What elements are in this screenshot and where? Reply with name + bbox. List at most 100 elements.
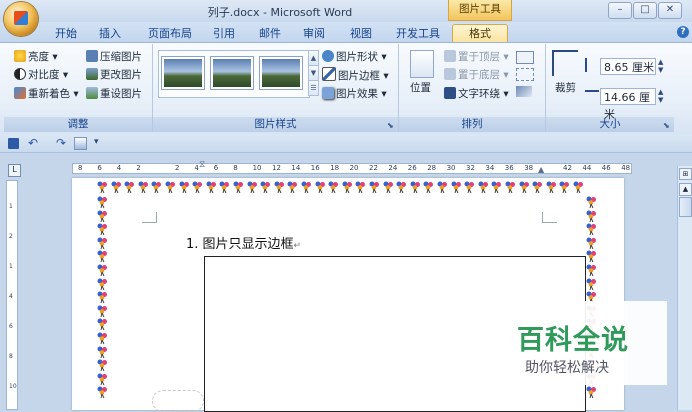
undo-icon[interactable]: ↶ <box>28 136 38 150</box>
balloon-border-icon <box>138 181 149 196</box>
position-icon[interactable] <box>410 50 434 78</box>
size-dialog-launcher-icon[interactable]: ⬊ <box>663 121 672 130</box>
ruler-tick-label: 6 <box>97 164 102 172</box>
crop-icon[interactable] <box>552 50 578 76</box>
picture-style-thumb[interactable] <box>161 56 205 90</box>
balloon-border-icon <box>586 386 597 401</box>
dialog-launcher-icon[interactable]: ⬊ <box>387 121 396 130</box>
balloon-border-icon <box>315 181 326 196</box>
balloon-border-icon <box>301 181 312 196</box>
brightness-button[interactable]: 亮度 ▾ <box>14 49 58 66</box>
picture-shape-icon <box>322 50 334 62</box>
ruler-tick-label: 46 <box>601 164 611 172</box>
minimize-button[interactable]: – <box>608 2 632 19</box>
send-to-back-button[interactable]: 置于底层 ▾ <box>444 67 509 84</box>
indent-marker-icon[interactable]: ⧖ <box>199 160 205 170</box>
tab-references[interactable]: 引用 <box>206 25 242 42</box>
reset-picture-button[interactable]: 重设图片 <box>86 86 142 103</box>
balloon-border-icon <box>342 181 353 196</box>
ruler-tick-label: 42 <box>563 164 572 172</box>
picture-style-thumb[interactable] <box>259 56 303 90</box>
balloon-border-icon <box>328 181 339 196</box>
customize-qat-icon[interactable]: ▾ <box>94 137 99 147</box>
contrast-button[interactable]: 对比度 ▾ <box>14 67 68 84</box>
balloon-border-icon <box>111 181 122 196</box>
ruler-tick-label: 18 <box>330 164 340 172</box>
help-icon[interactable]: ? <box>677 26 689 38</box>
ruler-tick-label: 44 <box>582 164 592 172</box>
tab-view[interactable]: 视图 <box>343 25 379 42</box>
scroll-up-icon[interactable]: ▲ <box>679 183 692 196</box>
ruler-tick-label: 12 <box>272 164 281 172</box>
balloon-border-icon <box>233 181 244 196</box>
close-button[interactable]: ✕ <box>658 2 682 19</box>
gallery-scroll-up-icon[interactable]: ▲ <box>308 50 319 66</box>
maximize-button[interactable]: □ <box>633 2 657 19</box>
ruler-tick-label: 32 <box>466 164 475 172</box>
balloon-border-icon <box>423 181 434 196</box>
balloon-border-icon <box>369 181 380 196</box>
height-field[interactable]: 8.65 厘米 <box>600 58 656 75</box>
bring-to-front-button[interactable]: 置于顶层 ▾ <box>444 49 509 66</box>
balloon-border-icon <box>151 181 162 196</box>
format-painter-icon[interactable] <box>74 137 87 150</box>
ruler-tick-label: 26 <box>407 164 417 172</box>
ruler-tick-label: 30 <box>446 164 456 172</box>
quick-access-toolbar <box>0 134 692 153</box>
tab-mailings[interactable]: 邮件 <box>252 25 288 42</box>
balloon-border-icon <box>355 181 366 196</box>
balloon-border-icon <box>532 181 543 196</box>
tab-review[interactable]: 审阅 <box>296 25 332 42</box>
rotate-icon[interactable] <box>516 86 532 97</box>
right-indent-marker-icon[interactable]: ▲ <box>538 165 544 174</box>
paragraph-text[interactable]: 1. 图片只显示边框↵ <box>186 233 301 252</box>
compress-pictures-button[interactable]: 压缩图片 <box>86 49 142 66</box>
recolor-button[interactable]: 重新着色 ▾ <box>14 86 79 103</box>
picture-border-button[interactable]: 图片边框 ▾ <box>322 67 389 84</box>
picture-shape-button[interactable]: 图片形状 ▾ <box>322 49 387 66</box>
tab-page-layout[interactable]: 页面布局 <box>140 25 200 42</box>
gallery-more-icon[interactable]: ☰ <box>308 80 319 96</box>
tab-insert[interactable]: 插入 <box>92 25 128 42</box>
crop-label[interactable]: 裁剪 <box>555 80 576 97</box>
tab-format[interactable]: 格式 <box>452 24 508 42</box>
width-field[interactable]: 14.66 厘米 <box>600 88 656 121</box>
balloon-border-icon <box>519 181 530 196</box>
tab-selector-button[interactable]: L <box>8 164 21 177</box>
balloon-border-icon <box>396 181 407 196</box>
balloon-border-icon <box>192 181 203 196</box>
balloon-border-icon <box>206 181 217 196</box>
tab-home[interactable]: 开始 <box>48 25 84 42</box>
picture-border-label: 图片边框 ▾ <box>338 70 389 82</box>
balloon-border-icon <box>410 181 421 196</box>
balloon-border-icon <box>437 181 448 196</box>
text-wrapping-button[interactable]: 文字环绕 ▾ <box>444 86 509 103</box>
ruler-toggle-icon[interactable]: ⊞ <box>679 168 692 180</box>
window-title: 列子.docx - Microsoft Word <box>207 6 353 19</box>
redo-icon[interactable]: ↷ <box>56 136 66 150</box>
group-objects-icon[interactable] <box>516 68 534 81</box>
position-label[interactable]: 位置 <box>410 80 431 97</box>
recolor-icon <box>14 87 26 99</box>
vertical-ruler-marks: 1 2 1 4 6 8 10 <box>9 203 17 390</box>
height-icon <box>585 58 597 72</box>
save-icon[interactable] <box>8 138 19 149</box>
bring-to-front-label: 置于顶层 ▾ <box>458 51 509 63</box>
picture-style-thumb[interactable] <box>210 56 254 90</box>
ruler-tick-label: 6 <box>213 164 219 172</box>
gallery-scroll-down-icon[interactable]: ▼ <box>308 65 319 81</box>
picture-effects-button[interactable]: 图片效果 ▾ <box>322 86 387 103</box>
width-spinner-icon[interactable]: ▲ ▼ <box>658 88 667 105</box>
compress-label: 压缩图片 <box>100 51 142 63</box>
office-button[interactable] <box>4 2 38 36</box>
tab-developer[interactable]: 开发工具 <box>388 25 448 42</box>
align-icon[interactable] <box>516 51 534 64</box>
text-wrapping-label: 文字环绕 ▾ <box>458 88 509 100</box>
balloon-border-icon <box>179 181 190 196</box>
height-spinner-icon[interactable]: ▲ ▼ <box>658 58 667 75</box>
change-picture-button[interactable]: 更改图片 <box>86 67 142 84</box>
ruler-tick-label: 10 <box>252 164 262 172</box>
balloon-border-icon <box>451 181 462 196</box>
scroll-thumb[interactable] <box>679 197 692 217</box>
send-to-back-label: 置于底层 ▾ <box>458 69 509 81</box>
